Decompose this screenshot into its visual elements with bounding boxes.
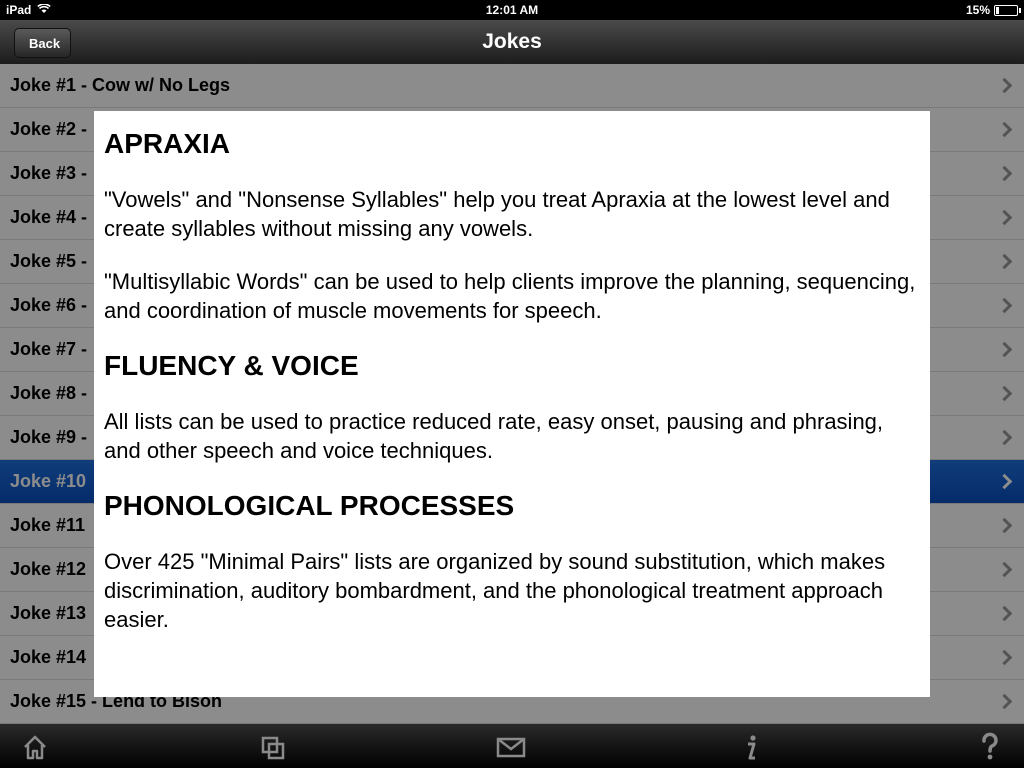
section-heading-apraxia: APRAXIA	[104, 128, 231, 159]
apraxia-paragraph-2: "Multisyllabic Words" can be used to hel…	[104, 269, 916, 323]
section-heading-phonological: PHONOLOGICAL PROCESSES	[104, 490, 515, 521]
fluency-paragraph: All lists can be used to practice reduce…	[104, 409, 884, 463]
help-icon[interactable]	[975, 732, 1005, 762]
apraxia-paragraph-1: "Vowels" and "Nonsense Syllables" help y…	[104, 187, 890, 241]
home-icon[interactable]	[20, 732, 50, 762]
phonological-paragraph: Over 425 "Minimal Pairs" lists are organ…	[104, 549, 886, 632]
navigation-bar: Jokes Back	[0, 20, 1024, 64]
mail-icon[interactable]	[496, 732, 526, 762]
section-heading-fluency: FLUENCY & VOICE	[104, 350, 359, 381]
page-title: Jokes	[482, 30, 542, 53]
battery-percent: 15%	[965, 3, 990, 17]
tab-bar	[0, 724, 1024, 768]
status-time: 12:01 AM	[485, 3, 539, 17]
back-button[interactable]: Back	[14, 28, 72, 58]
battery-icon	[994, 4, 1021, 16]
info-icon[interactable]	[736, 732, 766, 762]
copy-icon[interactable]	[258, 732, 288, 762]
info-popup: APRAXIA "Vowels" and "Nonsense Syllables…	[94, 111, 930, 697]
status-bar: iPad 12:01 AM 15%	[0, 0, 1024, 20]
